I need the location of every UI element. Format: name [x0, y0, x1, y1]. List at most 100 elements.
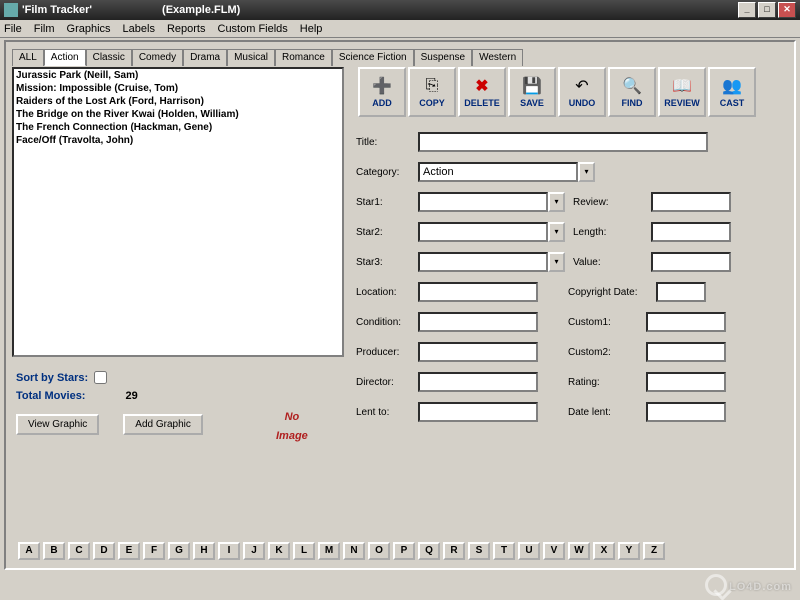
star3-label: Star3:: [356, 257, 418, 268]
list-item[interactable]: The Bridge on the River Kwai (Holden, Wi…: [14, 108, 342, 121]
director-input[interactable]: [418, 372, 538, 392]
alpha-n-button[interactable]: N: [343, 542, 365, 560]
category-select[interactable]: [418, 162, 578, 182]
tab-romance[interactable]: Romance: [275, 49, 332, 66]
alpha-v-button[interactable]: V: [543, 542, 565, 560]
lent-input[interactable]: [418, 402, 538, 422]
alpha-z-button[interactable]: Z: [643, 542, 665, 560]
review-input[interactable]: [651, 192, 731, 212]
custom2-label: Custom2:: [568, 347, 646, 358]
undo-icon: ↶: [571, 76, 593, 96]
alpha-c-button[interactable]: C: [68, 542, 90, 560]
cast-button[interactable]: 👥CAST: [708, 67, 756, 117]
cast-icon: 👥: [721, 76, 743, 96]
view-graphic-button[interactable]: View Graphic: [16, 414, 99, 435]
star1-select[interactable]: [418, 192, 548, 212]
find-icon: 🔍: [621, 76, 643, 96]
sort-by-stars-checkbox[interactable]: [94, 371, 107, 384]
toolbar: ➕ADD ⎘COPY ✖DELETE 💾SAVE ↶UNDO 🔍FIND 📖RE…: [350, 67, 788, 117]
copy-button[interactable]: ⎘COPY: [408, 67, 456, 117]
value-input[interactable]: [651, 252, 731, 272]
tab-scifi[interactable]: Science Fiction: [332, 49, 414, 66]
add-graphic-button[interactable]: Add Graphic: [123, 414, 203, 435]
chevron-down-icon[interactable]: ▾: [578, 162, 595, 182]
title-input[interactable]: [418, 132, 708, 152]
alpha-r-button[interactable]: R: [443, 542, 465, 560]
menu-labels[interactable]: Labels: [123, 23, 155, 35]
tab-musical[interactable]: Musical: [227, 49, 275, 66]
title-label: Title:: [356, 137, 418, 148]
list-item[interactable]: Mission: Impossible (Cruise, Tom): [14, 82, 342, 95]
length-input[interactable]: [651, 222, 731, 242]
alpha-g-button[interactable]: G: [168, 542, 190, 560]
alpha-k-button[interactable]: K: [268, 542, 290, 560]
undo-button[interactable]: ↶UNDO: [558, 67, 606, 117]
custom2-input[interactable]: [646, 342, 726, 362]
star3-select[interactable]: [418, 252, 548, 272]
star2-select[interactable]: [418, 222, 548, 242]
director-label: Director:: [356, 377, 418, 388]
alpha-x-button[interactable]: X: [593, 542, 615, 560]
alpha-h-button[interactable]: H: [193, 542, 215, 560]
alpha-o-button[interactable]: O: [368, 542, 390, 560]
lent-label: Lent to:: [356, 407, 418, 418]
alpha-p-button[interactable]: P: [393, 542, 415, 560]
alpha-w-button[interactable]: W: [568, 542, 590, 560]
list-item[interactable]: Face/Off (Travolta, John): [14, 134, 342, 147]
alpha-d-button[interactable]: D: [93, 542, 115, 560]
list-item[interactable]: Raiders of the Lost Ark (Ford, Harrison): [14, 95, 342, 108]
maximize-button[interactable]: □: [758, 2, 776, 18]
menu-film[interactable]: Film: [34, 23, 55, 35]
menu-file[interactable]: File: [4, 23, 22, 35]
delete-button[interactable]: ✖DELETE: [458, 67, 506, 117]
find-button[interactable]: 🔍FIND: [608, 67, 656, 117]
producer-input[interactable]: [418, 342, 538, 362]
alpha-j-button[interactable]: J: [243, 542, 265, 560]
save-button[interactable]: 💾SAVE: [508, 67, 556, 117]
film-list[interactable]: Jurassic Park (Neill, Sam) Mission: Impo…: [12, 67, 344, 357]
menu-reports[interactable]: Reports: [167, 23, 206, 35]
alpha-l-button[interactable]: L: [293, 542, 315, 560]
total-count: 29: [125, 390, 137, 402]
alpha-i-button[interactable]: I: [218, 542, 240, 560]
location-input[interactable]: [418, 282, 538, 302]
list-item[interactable]: The French Connection (Hackman, Gene): [14, 121, 342, 134]
tab-comedy[interactable]: Comedy: [132, 49, 183, 66]
datelent-input[interactable]: [646, 402, 726, 422]
chevron-down-icon[interactable]: ▾: [548, 252, 565, 272]
close-button[interactable]: ✕: [778, 2, 796, 18]
add-button[interactable]: ➕ADD: [358, 67, 406, 117]
rating-input[interactable]: [646, 372, 726, 392]
minimize-button[interactable]: _: [738, 2, 756, 18]
custom1-input[interactable]: [646, 312, 726, 332]
alpha-t-button[interactable]: T: [493, 542, 515, 560]
save-icon: 💾: [521, 76, 543, 96]
watermark: LO4D.com: [705, 573, 792, 596]
alpha-a-button[interactable]: A: [18, 542, 40, 560]
condition-input[interactable]: [418, 312, 538, 332]
chevron-down-icon[interactable]: ▾: [548, 192, 565, 212]
tab-all[interactable]: ALL: [12, 49, 44, 66]
tab-drama[interactable]: Drama: [183, 49, 227, 66]
copyright-input[interactable]: [656, 282, 706, 302]
menu-help[interactable]: Help: [300, 23, 323, 35]
menubar: File Film Graphics Labels Reports Custom…: [0, 20, 800, 38]
alpha-q-button[interactable]: Q: [418, 542, 440, 560]
alpha-s-button[interactable]: S: [468, 542, 490, 560]
tab-western[interactable]: Western: [472, 49, 523, 66]
menu-graphics[interactable]: Graphics: [67, 23, 111, 35]
alpha-f-button[interactable]: F: [143, 542, 165, 560]
review-button[interactable]: 📖REVIEW: [658, 67, 706, 117]
alpha-b-button[interactable]: B: [43, 542, 65, 560]
tab-suspense[interactable]: Suspense: [414, 49, 472, 66]
menu-custom-fields[interactable]: Custom Fields: [218, 23, 288, 35]
alpha-e-button[interactable]: E: [118, 542, 140, 560]
chevron-down-icon[interactable]: ▾: [548, 222, 565, 242]
alpha-y-button[interactable]: Y: [618, 542, 640, 560]
list-item[interactable]: Jurassic Park (Neill, Sam): [14, 69, 342, 82]
delete-icon: ✖: [471, 76, 493, 96]
tab-action[interactable]: Action: [44, 49, 86, 66]
alpha-u-button[interactable]: U: [518, 542, 540, 560]
alpha-m-button[interactable]: M: [318, 542, 340, 560]
tab-classic[interactable]: Classic: [86, 49, 132, 66]
